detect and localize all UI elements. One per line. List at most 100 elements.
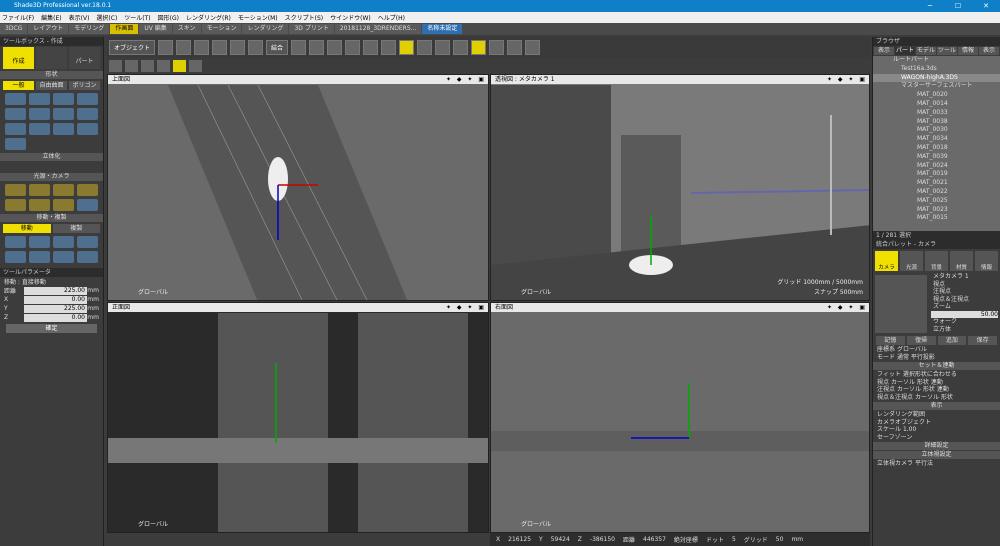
tool-icon[interactable] — [363, 40, 379, 55]
x-field[interactable]: 0.00 — [24, 295, 87, 304]
light-icon[interactable] — [5, 199, 26, 211]
viewport-controls[interactable]: ✦ ◆ ✦ ▣ — [446, 303, 486, 312]
menu-edit[interactable]: 編集(E) — [41, 13, 61, 22]
tree-item[interactable]: MAT_0015 — [873, 214, 1000, 223]
confirm-button[interactable]: 確定 — [6, 324, 97, 333]
shape-tab-general[interactable]: 一般 — [3, 81, 34, 90]
disc-icon[interactable] — [29, 123, 50, 135]
right-viewport[interactable]: 右面図 ✦ ◆ ✦ ▣ グローバル — [490, 302, 870, 533]
camera-icon[interactable] — [158, 40, 174, 55]
menu-shape[interactable]: 図形(G) — [158, 13, 179, 22]
move-icon[interactable] — [77, 251, 98, 263]
viewport-controls[interactable]: ✦ ◆ ✦ ▣ — [446, 75, 486, 84]
tree-item[interactable]: MAT_0033 — [873, 109, 1000, 118]
add-button[interactable]: 追加 — [937, 336, 967, 345]
palette-tab-material[interactable]: 材質 — [950, 251, 973, 271]
tab-skin[interactable]: スキン — [172, 24, 201, 34]
tool-icon[interactable] — [125, 59, 138, 72]
tree-item[interactable]: MAT_0034 — [873, 135, 1000, 144]
link-button[interactable]: 連動 — [937, 386, 949, 393]
shape-button[interactable]: 形状 — [917, 379, 929, 386]
move-tab[interactable]: 移動 — [3, 224, 51, 233]
cone-icon[interactable] — [53, 108, 74, 120]
curve-icon[interactable] — [5, 93, 26, 105]
shape-button[interactable]: 形状 — [923, 386, 935, 393]
browser-tab-2[interactable]: モデル — [916, 47, 936, 55]
tool-icon[interactable] — [345, 40, 361, 55]
light-icon[interactable] — [5, 184, 26, 196]
distance-field[interactable]: 225.00 — [24, 286, 87, 295]
status-coord-mode[interactable]: 絶対座標 — [674, 535, 698, 544]
shear-icon[interactable] — [77, 236, 98, 248]
tool-icon[interactable] — [194, 40, 210, 55]
stereo-checkbox[interactable]: 立方体 — [929, 326, 1000, 334]
tree-item[interactable]: Test16a.3ds — [873, 65, 1000, 74]
rotate-icon[interactable] — [29, 236, 50, 248]
tool-icon[interactable] — [109, 59, 122, 72]
tool-icon[interactable] — [176, 40, 192, 55]
move-icon[interactable] — [53, 251, 74, 263]
browser-tab-5[interactable]: 表示 — [979, 47, 999, 55]
shape-tab-freeform[interactable]: 自由曲面 — [36, 81, 67, 90]
tab-drawing[interactable]: 作画面 — [110, 24, 139, 34]
tab-3dcg[interactable]: 3DCG — [0, 24, 28, 34]
move-icon[interactable] — [29, 251, 50, 263]
menu-motion[interactable]: モーション(M) — [238, 13, 278, 22]
sphere-icon[interactable] — [189, 59, 202, 72]
menu-file[interactable]: ファイル(F) — [2, 13, 34, 22]
sphere-icon[interactable] — [381, 40, 397, 55]
menu-tools[interactable]: ツール(T) — [124, 13, 150, 22]
z-field[interactable]: 0.00 — [24, 313, 87, 322]
browser-tab-4[interactable]: 情報 — [958, 47, 978, 55]
capsule-icon[interactable] — [77, 123, 98, 135]
tree-item[interactable]: MAT_0022 — [873, 188, 1000, 197]
palette-tab-background[interactable]: 背景 — [925, 251, 948, 271]
opt-target[interactable]: 注視点 — [929, 288, 1000, 296]
shape-tab-polygon[interactable]: ポリゴン — [69, 81, 100, 90]
render-icon[interactable] — [471, 40, 487, 55]
grid-icon[interactable] — [399, 40, 415, 55]
tab-uv[interactable]: UV 編集 — [139, 24, 172, 34]
menu-view[interactable]: 表示(V) — [69, 13, 90, 22]
opt-zoom[interactable]: ズーム — [929, 303, 1000, 311]
palette-tab-camera[interactable]: カメラ — [875, 251, 898, 271]
tree-item[interactable]: MAT_0021 — [873, 179, 1000, 188]
view-icon[interactable] — [435, 40, 451, 55]
opt-both[interactable]: 視点＆注視点 — [929, 296, 1000, 304]
camera-select[interactable]: メタカメラ 1 — [929, 273, 1000, 281]
tab-layout[interactable]: レイアウト — [28, 24, 69, 34]
minimize-icon[interactable]: ─ — [916, 0, 944, 12]
menu-select[interactable]: 選択(C) — [96, 13, 117, 22]
tab-document[interactable]: 20181128_3DRENDERS... — [334, 24, 422, 34]
y-field[interactable]: 225.00 — [24, 304, 87, 313]
tree-item[interactable]: マスターサーフェスパート — [873, 82, 1000, 91]
light-icon[interactable] — [77, 184, 98, 196]
tool-icon[interactable] — [173, 59, 186, 72]
tool-icon[interactable] — [157, 59, 170, 72]
render-icon[interactable] — [489, 40, 505, 55]
top-viewport[interactable]: 上面図 ✦ ◆ ✦ ▣ グローバル — [107, 74, 489, 301]
tool-icon[interactable] — [212, 40, 228, 55]
undo-icon[interactable] — [230, 40, 246, 55]
move-icon[interactable] — [5, 236, 26, 248]
tree-item[interactable]: ルートパート — [873, 56, 1000, 65]
coord-select[interactable]: グローバル — [897, 346, 927, 353]
camera-preview[interactable] — [875, 275, 927, 333]
scale-field[interactable]: 1.00 — [903, 426, 916, 433]
duplicate-tab[interactable]: 複製 — [52, 224, 100, 233]
zoom-field[interactable]: 50.00 — [931, 310, 998, 318]
zoom-icon[interactable] — [291, 40, 307, 55]
part-button[interactable]: パート — [69, 47, 100, 69]
torus-icon[interactable] — [53, 123, 74, 135]
move-icon[interactable] — [5, 251, 26, 263]
tree-item[interactable]: MAT_0030 — [873, 126, 1000, 135]
create-button[interactable]: 作成 — [3, 47, 34, 69]
parallel-checkbox[interactable]: 平行投影 — [911, 354, 935, 361]
sphere-icon[interactable] — [29, 108, 50, 120]
tree-item[interactable]: MAT_0014 — [873, 100, 1000, 109]
combine-button[interactable]: 結合 — [266, 40, 289, 55]
tree-item[interactable]: MAT_0038 — [873, 118, 1000, 127]
viewport-controls[interactable]: ✦ ◆ ✦ ▣ — [827, 303, 867, 312]
light-icon[interactable] — [29, 199, 50, 211]
tree-item[interactable]: MAT_0023 — [873, 206, 1000, 215]
